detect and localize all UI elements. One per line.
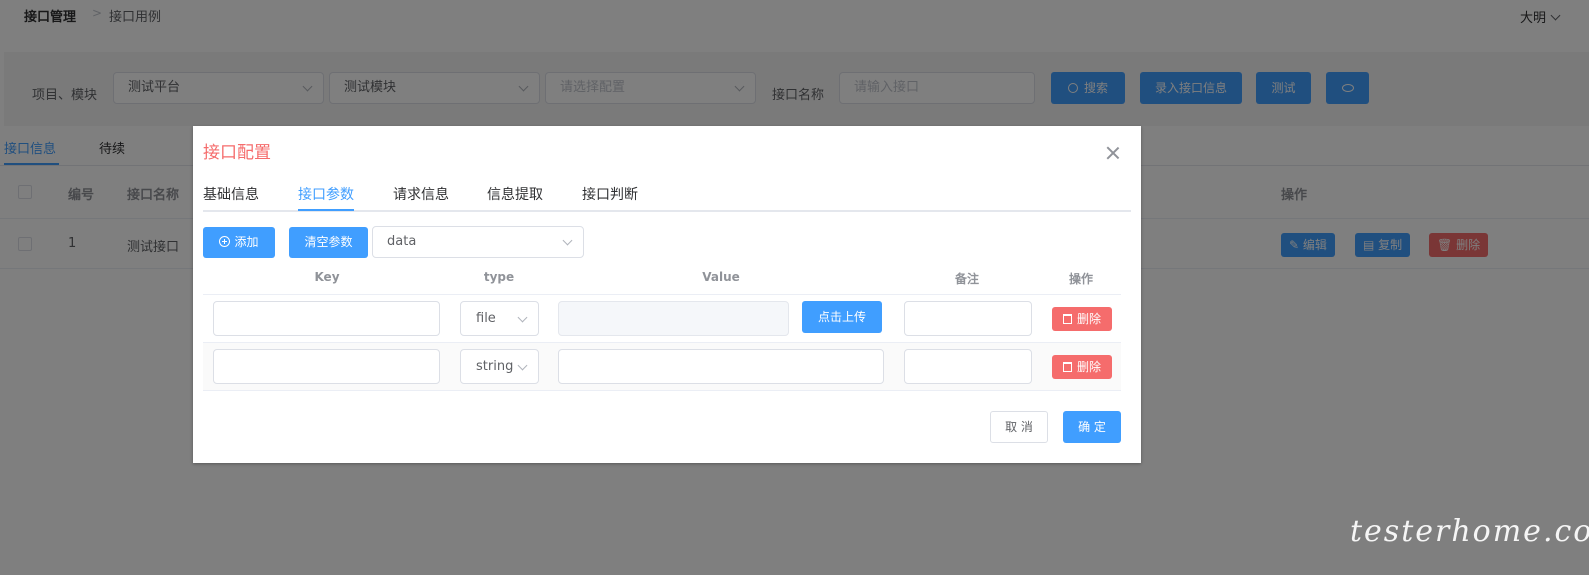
body-type-value: data bbox=[387, 234, 417, 249]
delete-param-label: 删除 bbox=[1076, 360, 1101, 374]
tab-basic-info[interactable]: 基础信息 bbox=[203, 184, 259, 204]
note-input[interactable] bbox=[904, 349, 1032, 384]
clear-params-label: 清空参数 bbox=[304, 235, 353, 249]
trash-icon bbox=[1062, 362, 1072, 372]
upload-button-label: 点击上传 bbox=[817, 310, 866, 324]
header-key: Key bbox=[314, 270, 340, 284]
close-icon[interactable] bbox=[1106, 146, 1120, 160]
delete-param-button[interactable]: 删除 bbox=[1052, 307, 1112, 331]
header-type: type bbox=[483, 270, 515, 284]
upload-button[interactable]: 点击上传 bbox=[802, 301, 882, 333]
watermark: testerhome.com bbox=[1350, 514, 1589, 549]
delete-param-label: 删除 bbox=[1076, 312, 1101, 326]
add-param-button[interactable]: 添加 bbox=[203, 227, 275, 258]
api-config-dialog: 接口配置 基础信息 接口参数 请求信息 信息提取 接口判断 添加 清空参数 da… bbox=[193, 126, 1141, 463]
delete-param-button[interactable]: 删除 bbox=[1052, 355, 1112, 379]
header-action: 操作 bbox=[1068, 272, 1093, 286]
tab-api-params[interactable]: 接口参数 bbox=[298, 184, 354, 204]
value-input bbox=[558, 301, 789, 336]
type-select[interactable]: string bbox=[460, 349, 539, 384]
tab-extract[interactable]: 信息提取 bbox=[487, 184, 543, 204]
ok-button-label: 确 定 bbox=[1078, 420, 1106, 434]
key-input[interactable] bbox=[213, 349, 440, 384]
body-type-select[interactable]: data bbox=[372, 226, 584, 258]
add-param-label: 添加 bbox=[234, 235, 259, 249]
param-row: string 删除 bbox=[203, 343, 1121, 391]
type-select-value: file bbox=[476, 311, 496, 326]
chevron-down-icon bbox=[517, 360, 528, 371]
params-header: Key type Value 备注 操作 bbox=[203, 263, 1121, 295]
type-select-value: string bbox=[476, 359, 514, 374]
dialog-tabs: 基础信息 接口参数 请求信息 信息提取 接口判断 bbox=[203, 178, 1131, 212]
trash-icon bbox=[1062, 314, 1072, 324]
cancel-button-label: 取 消 bbox=[1005, 420, 1033, 434]
key-input[interactable] bbox=[213, 301, 440, 336]
tab-request-info[interactable]: 请求信息 bbox=[393, 184, 449, 204]
dialog-title: 接口配置 bbox=[203, 143, 271, 163]
tab-assert[interactable]: 接口判断 bbox=[582, 184, 638, 204]
chevron-down-icon bbox=[517, 312, 528, 323]
value-input[interactable] bbox=[558, 349, 884, 384]
header-note: 备注 bbox=[954, 272, 979, 286]
note-input[interactable] bbox=[904, 301, 1032, 336]
ok-button[interactable]: 确 定 bbox=[1063, 411, 1121, 443]
type-select[interactable]: file bbox=[460, 301, 539, 336]
chevron-down-icon bbox=[562, 235, 573, 246]
cancel-button[interactable]: 取 消 bbox=[990, 411, 1048, 443]
clear-params-button[interactable]: 清空参数 bbox=[289, 227, 368, 258]
header-value: Value bbox=[702, 270, 740, 284]
active-tab-indicator bbox=[298, 209, 354, 211]
plus-circle-icon bbox=[219, 236, 231, 247]
param-row: file 点击上传 删除 bbox=[203, 295, 1121, 343]
